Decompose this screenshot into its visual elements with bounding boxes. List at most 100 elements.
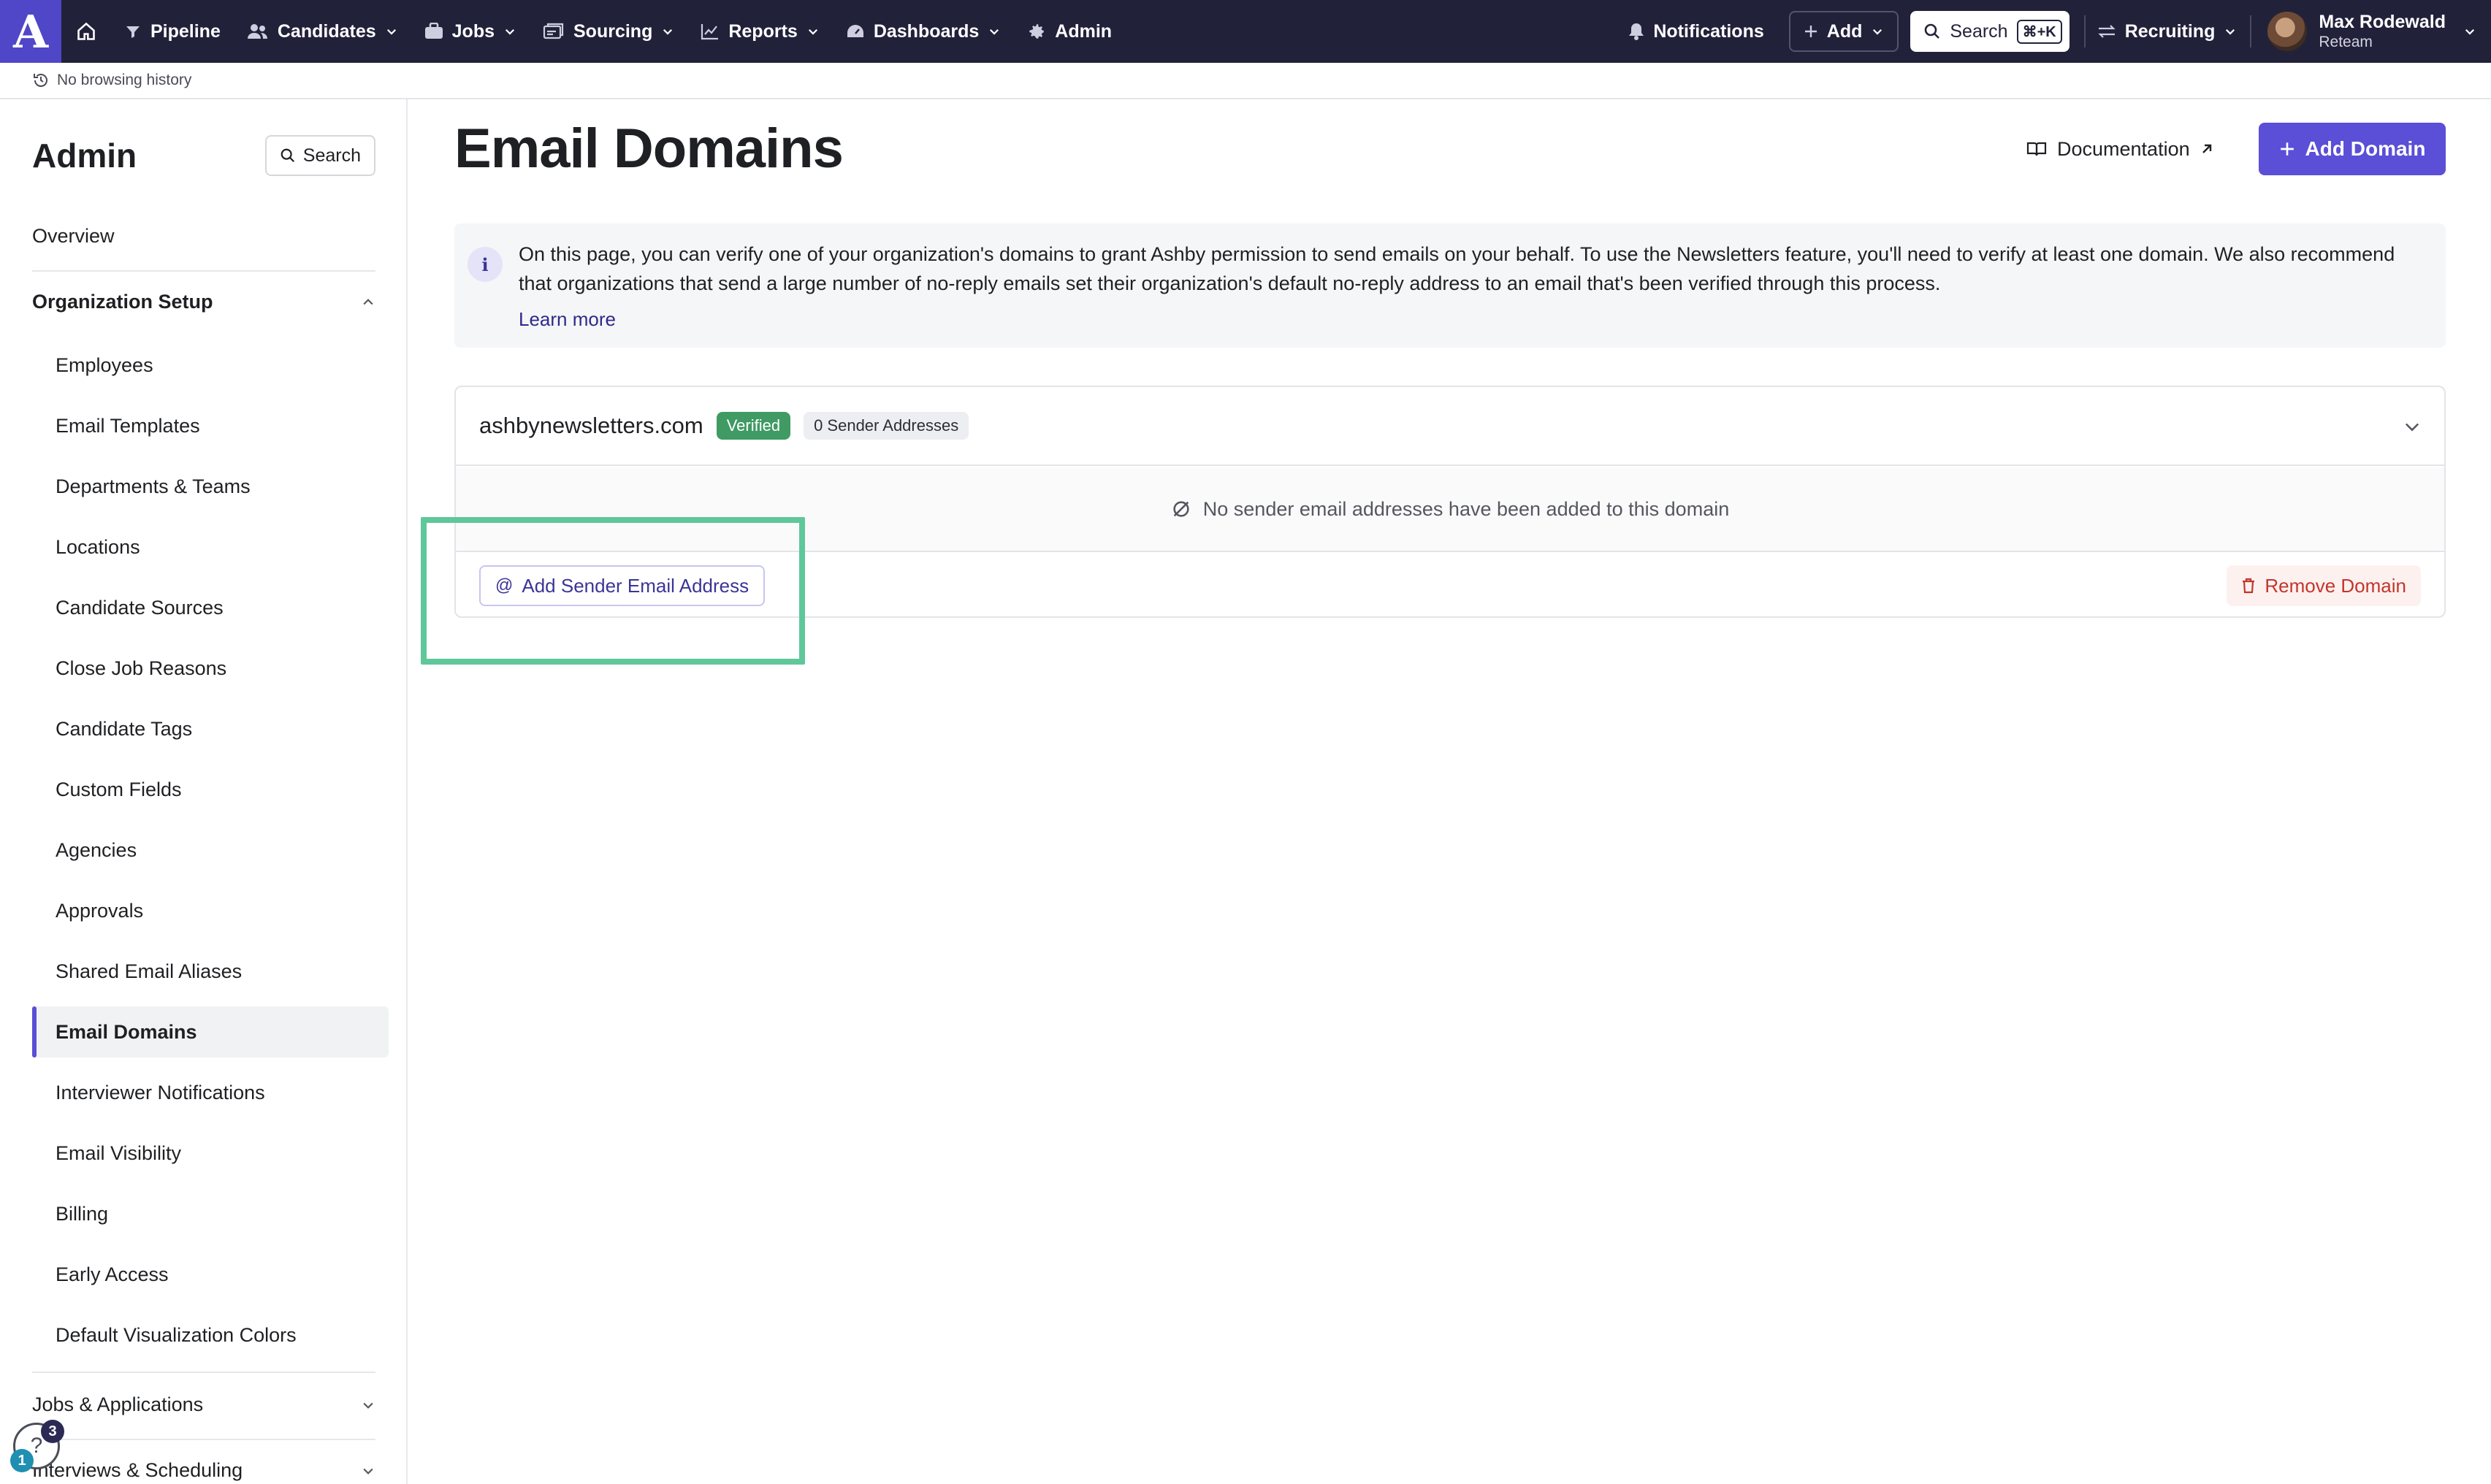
chevron-down-icon bbox=[990, 28, 999, 35]
info-callout: i On this page, you can verify one of yo… bbox=[454, 223, 2446, 348]
sidebar-item-label: Interviewer Notifications bbox=[56, 1081, 265, 1104]
ashby-logo[interactable]: A bbox=[0, 0, 61, 63]
filter-icon bbox=[126, 26, 140, 38]
remove-domain-button[interactable]: Remove Domain bbox=[2227, 565, 2421, 606]
sidebar-item-label: Candidate Sources bbox=[56, 596, 224, 619]
sidebar-item-label: Employees bbox=[56, 353, 153, 376]
sidebar-item-label: Email Visibility bbox=[56, 1141, 182, 1164]
sidebar-section-jobs-applications[interactable]: Jobs & Applications bbox=[32, 1393, 375, 1416]
chevron-down-icon bbox=[363, 1468, 373, 1475]
sidebar-item-email-templates[interactable]: Email Templates bbox=[32, 400, 389, 451]
info-icon: i bbox=[468, 247, 503, 282]
sidebar-item-agencies[interactable]: Agencies bbox=[32, 825, 389, 876]
search-icon bbox=[1925, 23, 1940, 39]
help-alert-badge: 1 bbox=[10, 1449, 34, 1472]
nav-dashboards[interactable]: Dashboards bbox=[833, 0, 1014, 63]
sidebar-item-close-job-reasons[interactable]: Close Job Reasons bbox=[32, 643, 389, 694]
external-link-icon bbox=[2202, 144, 2211, 153]
nav-pipeline[interactable]: Pipeline bbox=[111, 0, 234, 63]
empty-set-icon bbox=[1173, 501, 1189, 517]
sidebar-item-default-visualization-colors[interactable]: Default Visualization Colors bbox=[32, 1309, 389, 1361]
sidebar-item-interviewer-notifications[interactable]: Interviewer Notifications bbox=[32, 1067, 389, 1118]
user-org: Reteam bbox=[2319, 34, 2373, 50]
sidebar-section-organization-setup[interactable]: Organization Setup bbox=[32, 291, 375, 313]
trash-icon bbox=[2243, 578, 2255, 594]
sidebar-item-label: Candidate Tags bbox=[56, 717, 193, 740]
sidebar-item-employees[interactable]: Employees bbox=[32, 340, 389, 391]
add-menu-label: Add bbox=[1826, 20, 1863, 42]
sidebar-item-email-domains[interactable]: Email Domains bbox=[32, 1006, 389, 1057]
remove-domain-label: Remove Domain bbox=[2265, 574, 2406, 597]
sidebar-item-candidate-tags[interactable]: Candidate Tags bbox=[32, 703, 389, 754]
home-button[interactable] bbox=[61, 0, 111, 63]
section-label: Organization Setup bbox=[32, 291, 213, 313]
admin-sidebar: Admin Search Overview Organization Setup… bbox=[0, 99, 408, 1484]
sidebar-item-billing[interactable]: Billing bbox=[32, 1188, 389, 1239]
workspace-label: Recruiting bbox=[2124, 20, 2216, 42]
sidebar-section-interviews-scheduling[interactable]: Interviews & Scheduling bbox=[32, 1459, 375, 1482]
chevron-up-icon bbox=[363, 298, 373, 305]
chevron-down-icon bbox=[1873, 28, 1882, 35]
sidebar-divider bbox=[32, 1372, 375, 1373]
search-shortcut: ⌘+K bbox=[2016, 19, 2062, 44]
sidebar-item-locations[interactable]: Locations bbox=[32, 521, 389, 573]
sidebar-divider bbox=[32, 270, 375, 272]
browsing-history-bar: No browsing history bbox=[0, 63, 2491, 99]
global-search-label: Search bbox=[1950, 20, 2008, 42]
nav-reports-label: Reports bbox=[728, 20, 798, 42]
learn-more-link[interactable]: Learn more bbox=[519, 308, 616, 331]
section-label: Jobs & Applications bbox=[32, 1393, 204, 1415]
sidebar-item-email-visibility[interactable]: Email Visibility bbox=[32, 1128, 389, 1179]
search-icon bbox=[281, 148, 294, 163]
sidebar-item-label: Default Visualization Colors bbox=[56, 1323, 297, 1346]
chevron-down-icon[interactable] bbox=[2402, 416, 2422, 437]
sender-count-badge: 0 Sender Addresses bbox=[804, 412, 969, 440]
sidebar-item-label: Agencies bbox=[56, 838, 137, 861]
sidebar-item-candidate-sources[interactable]: Candidate Sources bbox=[32, 582, 389, 633]
notifications-label: Notifications bbox=[1653, 20, 1764, 42]
user-name: Max Rodewald bbox=[2319, 12, 2446, 32]
sidebar-item-label: Locations bbox=[56, 535, 140, 558]
top-navigation-bar: A Pipeline Candidates Jobs Sourcing Repo… bbox=[0, 0, 2491, 63]
briefcase-icon bbox=[424, 23, 443, 39]
history-label: No browsing history bbox=[57, 72, 192, 88]
sidebar-item-label: Custom Fields bbox=[56, 778, 182, 800]
add-menu-button[interactable]: Add bbox=[1788, 11, 1899, 52]
section-label: Interviews & Scheduling bbox=[32, 1459, 243, 1481]
sidebar-item-label: Billing bbox=[56, 1202, 109, 1225]
nav-admin-label: Admin bbox=[1055, 20, 1113, 42]
sidebar-item-departments-teams[interactable]: Departments & Teams bbox=[32, 461, 389, 512]
gear-icon bbox=[1029, 24, 1045, 39]
sourcing-icon bbox=[543, 23, 564, 39]
nav-candidates-label: Candidates bbox=[277, 20, 376, 42]
sidebar-item-label: Email Domains bbox=[56, 1020, 197, 1043]
nav-sourcing[interactable]: Sourcing bbox=[530, 0, 687, 63]
user-menu[interactable]: Max Rodewald Reteam bbox=[2251, 11, 2491, 52]
sidebar-item-label: Shared Email Aliases bbox=[56, 960, 243, 982]
nav-pipeline-label: Pipeline bbox=[150, 20, 221, 42]
status-badge: Verified bbox=[716, 412, 791, 440]
documentation-label: Documentation bbox=[2057, 137, 2190, 160]
sidebar-item-overview[interactable]: Overview bbox=[32, 225, 115, 248]
nav-jobs[interactable]: Jobs bbox=[411, 0, 530, 63]
sidebar-item-label: Early Access bbox=[56, 1263, 169, 1285]
chevron-down-icon bbox=[2226, 28, 2235, 35]
sidebar-item-approvals[interactable]: Approvals bbox=[32, 885, 389, 936]
notifications-button[interactable]: Notifications bbox=[1615, 0, 1788, 63]
sidebar-search-button[interactable]: Search bbox=[264, 135, 375, 176]
nav-admin[interactable]: Admin bbox=[1014, 0, 1125, 63]
switch-arrows-icon bbox=[2098, 25, 2116, 38]
sidebar-item-early-access[interactable]: Early Access bbox=[32, 1249, 389, 1300]
domain-card-header[interactable]: ashbynewsletters.com Verified 0 Sender A… bbox=[456, 387, 2444, 466]
global-search-button[interactable]: Search ⌘+K bbox=[1910, 11, 2070, 52]
sidebar-item-shared-email-aliases[interactable]: Shared Email Aliases bbox=[32, 946, 389, 997]
workspace-switcher[interactable]: Recruiting bbox=[2086, 0, 2251, 63]
page-title: Email Domains bbox=[454, 118, 844, 180]
sidebar-item-custom-fields[interactable]: Custom Fields bbox=[32, 764, 389, 815]
chevron-down-icon bbox=[2465, 28, 2475, 35]
sidebar-title: Admin bbox=[32, 137, 137, 175]
add-domain-button[interactable]: Add Domain bbox=[2259, 123, 2446, 175]
documentation-link[interactable]: Documentation bbox=[2026, 129, 2213, 169]
nav-candidates[interactable]: Candidates bbox=[234, 0, 411, 63]
nav-reports[interactable]: Reports bbox=[687, 0, 832, 63]
